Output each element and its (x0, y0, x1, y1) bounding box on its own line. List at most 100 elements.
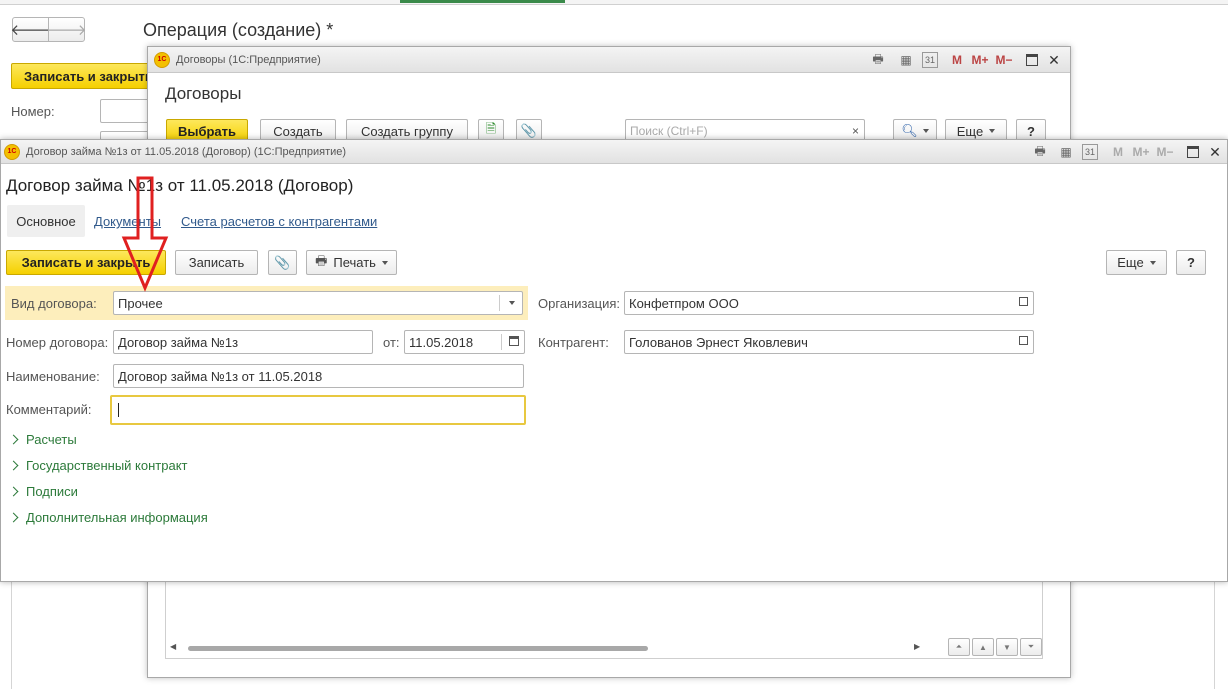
chevron-down-icon (922, 129, 929, 133)
operation-left-border (11, 580, 12, 689)
clear-search-icon[interactable]: × (852, 124, 859, 138)
contract-type-label: Вид договора: (11, 296, 97, 311)
operation-save-close-button[interactable]: Записать и закрыть (11, 63, 161, 89)
comment-label: Комментарий: (6, 402, 92, 417)
text-cursor (118, 403, 119, 417)
search-placeholder: Поиск (Ctrl+F) (630, 124, 708, 138)
group-signatures-label: Подписи (26, 484, 78, 499)
app-logo-icon: 1С (154, 51, 170, 68)
help-button[interactable]: ? (1176, 250, 1206, 275)
memory-mminus-icon[interactable]: M− (994, 52, 1014, 68)
arrow-right-icon: 🡒 (46, 22, 87, 39)
counterparty-input[interactable]: Голованов Эрнест Яковлевич (624, 330, 1034, 354)
print-icon[interactable]: 🖶 (870, 52, 886, 68)
maximize-icon[interactable] (1185, 144, 1201, 160)
chevron-right-icon (8, 486, 19, 497)
print-icon[interactable]: 🖶 (1032, 144, 1048, 160)
arrow-up-icon: ▲ (979, 642, 987, 652)
comment-input[interactable] (110, 395, 526, 425)
contracts-heading: Договоры (165, 84, 242, 103)
search-icon: 🔍︎ (901, 123, 918, 138)
dropdown-divider (501, 334, 502, 350)
calculator-icon[interactable]: ▦ (898, 52, 914, 68)
contract-titlebar-text: Договор займа №1з от 11.05.2018 (Договор… (26, 145, 347, 158)
name-input[interactable]: Договор займа №1з от 11.05.2018 (113, 364, 524, 388)
close-icon[interactable]: ✕ (1207, 144, 1223, 160)
contract-heading: Договор займа №1з от 11.05.2018 (Договор… (6, 176, 354, 195)
list-go-first-button[interactable]: ⏶ (948, 638, 970, 656)
annotation-arrow-shape (121, 176, 169, 292)
chevron-right-icon (8, 512, 19, 523)
top-divider (0, 0, 1228, 5)
dropdown-divider (499, 295, 500, 311)
nav-forward-button[interactable]: 🡒 (46, 17, 87, 42)
scrollbar-thumb[interactable] (188, 646, 648, 651)
annotation-arrow (121, 176, 169, 292)
chevron-right-icon (8, 460, 19, 471)
chevron-down-icon (381, 260, 388, 265)
organization-input[interactable]: Конфетпром ООО (624, 291, 1034, 315)
contracts-titlebar-text: Договоры (1С:Предприятие) (176, 53, 321, 66)
contract-number-label: Номер договора: (6, 335, 109, 350)
calendar-icon[interactable]: 31 (922, 52, 938, 68)
memory-mminus-icon[interactable]: M− (1155, 144, 1175, 160)
group-additional-info-label: Дополнительная информация (26, 510, 208, 525)
arrow-down-icon: ▼ (1003, 642, 1011, 652)
save-button[interactable]: Записать (175, 250, 258, 275)
contract-form-window: 1С Договор займа №1з от 11.05.2018 (Дого… (0, 139, 1228, 582)
horizontal-scrollbar[interactable]: ◀ ▶ (170, 642, 920, 652)
group-settlements[interactable]: Расчеты (6, 432, 77, 447)
counterparty-value: Голованов Эрнест Яковлевич (629, 334, 808, 350)
contracts-more-label: Еще (956, 123, 984, 139)
go-bottom-icon: ⏷ (1027, 642, 1035, 651)
contract-type-select[interactable]: Прочее (113, 291, 523, 315)
tab-settlement-accounts[interactable]: Счета расчетов с контрагентами (181, 214, 377, 229)
contract-number-value: Договор займа №1з (118, 334, 239, 350)
chevron-down-icon (989, 129, 996, 133)
open-form-icon[interactable] (1019, 297, 1028, 306)
go-top-icon: ⏶ (955, 642, 963, 651)
date-input[interactable]: 11.05.2018 (404, 330, 525, 354)
top-active-tab-marker (400, 0, 565, 3)
more-button[interactable]: Еще (1106, 250, 1167, 275)
print-button[interactable]: 🖶 Печать (306, 250, 397, 275)
group-additional-info[interactable]: Дополнительная информация (6, 510, 208, 525)
paperclip-icon: 📎 (520, 123, 538, 138)
list-go-up-button[interactable]: ▲ (972, 638, 994, 656)
contract-number-input[interactable]: Договор займа №1з (113, 330, 373, 354)
list-go-last-button[interactable]: ⏷ (1020, 638, 1042, 656)
list-go-down-button[interactable]: ▼ (996, 638, 1018, 656)
calendar-icon[interactable]: 31 (1082, 144, 1098, 160)
paperclip-icon: 📎 (274, 254, 291, 270)
attach-button[interactable]: 📎 (268, 250, 297, 275)
tab-main[interactable]: Основное (7, 205, 85, 237)
memory-mplus-icon[interactable]: M+ (1131, 144, 1151, 160)
close-icon[interactable]: ✕ (1046, 52, 1062, 68)
chevron-down-icon[interactable] (509, 301, 515, 305)
memory-m-icon[interactable]: M (950, 52, 964, 68)
date-value: 11.05.2018 (409, 334, 474, 350)
calculator-icon[interactable]: ▦ (1058, 144, 1074, 160)
counterparty-label: Контрагент: (538, 335, 609, 350)
calendar-icon[interactable] (509, 336, 519, 346)
organization-value: Конфетпром ООО (629, 295, 739, 311)
organization-label: Организация: (538, 296, 621, 311)
group-signatures[interactable]: Подписи (6, 484, 78, 499)
contract-type-value: Прочее (118, 295, 163, 311)
nav-back-button[interactable]: 🡐 (10, 17, 51, 42)
printer-icon: 🖶 (315, 252, 328, 268)
maximize-icon[interactable] (1024, 52, 1040, 68)
print-label: Печать (333, 255, 376, 270)
open-form-icon[interactable] (1019, 336, 1028, 345)
group-state-contract[interactable]: Государственный контракт (6, 458, 187, 473)
operation-number-label: Номер: (11, 104, 55, 119)
name-value: Договор займа №1з от 11.05.2018 (118, 368, 323, 384)
app-logo-icon: 1С (4, 143, 20, 160)
name-label: Наименование: (6, 369, 100, 384)
memory-mplus-icon[interactable]: M+ (970, 52, 990, 68)
arrow-left-icon: 🡐 (10, 22, 51, 39)
scroll-left-icon[interactable]: ◀ (170, 642, 176, 651)
scroll-right-icon[interactable]: ▶ (914, 642, 920, 651)
memory-m-icon[interactable]: M (1111, 144, 1125, 160)
chevron-down-icon (1149, 260, 1156, 265)
